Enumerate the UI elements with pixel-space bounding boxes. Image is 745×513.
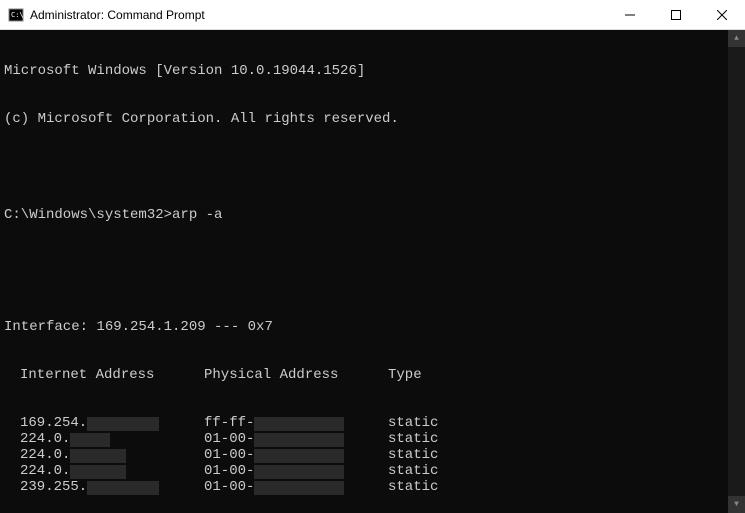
redacted-ip: [87, 417, 159, 431]
redacted-mac: [254, 481, 344, 495]
redacted-mac: [254, 449, 344, 463]
svg-text:C:\: C:\: [11, 11, 24, 19]
col-header-type: Type: [388, 367, 422, 383]
banner-line: Microsoft Windows [Version 10.0.19044.15…: [4, 63, 741, 79]
redacted-ip: [70, 449, 126, 463]
cmd-icon: C:\: [8, 7, 24, 23]
window-title: Administrator: Command Prompt: [30, 8, 607, 22]
arp-row: 224.0.01-00-static: [4, 431, 741, 447]
arp-row: 224.0.01-00-static: [4, 463, 741, 479]
table-header: Internet AddressPhysical AddressType: [4, 367, 741, 383]
arp-row: 239.255.01-00-static: [4, 479, 741, 495]
type-cell: static: [388, 431, 438, 447]
mac-cell: ff-ff-: [204, 415, 388, 431]
type-cell: static: [388, 447, 438, 463]
titlebar[interactable]: C:\ Administrator: Command Prompt: [0, 0, 745, 30]
command-text: arp -a: [172, 207, 222, 223]
prompt-path: C:\Windows\system32>: [4, 207, 172, 223]
ip-cell: 224.0.: [20, 463, 204, 479]
maximize-button[interactable]: [653, 0, 699, 29]
ip-cell: 224.0.: [20, 447, 204, 463]
blank-line: [4, 159, 741, 175]
minimize-button[interactable]: [607, 0, 653, 29]
ip-cell: 239.255.: [20, 479, 204, 495]
type-cell: static: [388, 479, 438, 495]
redacted-ip: [87, 481, 159, 495]
redacted-ip: [70, 433, 110, 447]
blank-line: [4, 255, 741, 271]
arp-row: 224.0.01-00-static: [4, 447, 741, 463]
col-header-mac: Physical Address: [204, 367, 388, 383]
interface-header: Interface: 169.254.1.209 --- 0x7: [4, 319, 741, 335]
redacted-mac: [254, 417, 344, 431]
redacted-mac: [254, 465, 344, 479]
terminal-area[interactable]: Microsoft Windows [Version 10.0.19044.15…: [0, 30, 745, 513]
mac-cell: 01-00-: [204, 463, 388, 479]
prompt-line: C:\Windows\system32>arp -a: [4, 207, 741, 223]
mac-cell: 01-00-: [204, 479, 388, 495]
ip-cell: 224.0.: [20, 431, 204, 447]
type-cell: static: [388, 415, 438, 431]
redacted-mac: [254, 433, 344, 447]
col-header-ip: Internet Address: [20, 367, 204, 383]
scrollbar[interactable]: ▲ ▼: [728, 30, 745, 513]
arp-row: 169.254.ff-ff-static: [4, 415, 741, 431]
scroll-track[interactable]: [728, 47, 745, 496]
mac-cell: 01-00-: [204, 447, 388, 463]
banner-line: (c) Microsoft Corporation. All rights re…: [4, 111, 741, 127]
scroll-down-button[interactable]: ▼: [728, 496, 745, 513]
type-cell: static: [388, 463, 438, 479]
redacted-ip: [70, 465, 126, 479]
close-button[interactable]: [699, 0, 745, 29]
mac-cell: 01-00-: [204, 431, 388, 447]
window-controls: [607, 0, 745, 29]
ip-cell: 169.254.: [20, 415, 204, 431]
scroll-up-button[interactable]: ▲: [728, 30, 745, 47]
